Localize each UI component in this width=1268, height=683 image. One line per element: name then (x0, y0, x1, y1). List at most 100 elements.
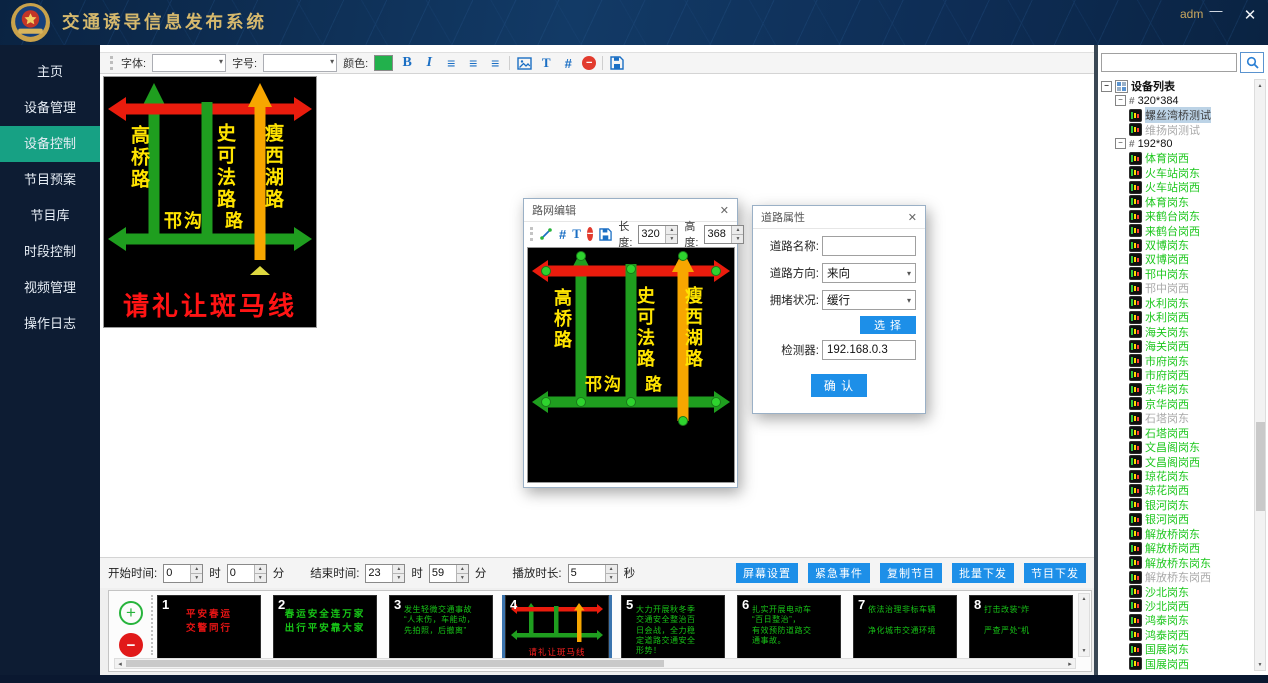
decrement-icon[interactable] (191, 573, 202, 582)
device-item[interactable]: 沙北岗东 (1098, 584, 1254, 598)
sidebar-item[interactable]: 节目预案 (0, 162, 100, 198)
start-minute-input[interactable] (228, 565, 254, 582)
device-item[interactable]: 螺丝湾桥测试 (1098, 108, 1254, 122)
device-item[interactable]: 火车站岗西 (1098, 180, 1254, 194)
thumbnail-horizontal-scrollbar[interactable] (114, 658, 1076, 669)
sidebar-item[interactable]: 操作日志 (0, 306, 100, 342)
device-item[interactable]: 邗中岗东 (1098, 267, 1254, 281)
device-group-row[interactable]: 192*80 (1098, 137, 1254, 151)
device-item[interactable]: 鸿泰岗东 (1098, 613, 1254, 627)
close-icon[interactable] (1240, 6, 1260, 24)
schedule-action-button[interactable]: 复制节目 (880, 563, 942, 583)
device-item[interactable]: 市府岗东 (1098, 353, 1254, 367)
height-input[interactable] (705, 226, 731, 243)
device-item[interactable]: 国展岗东 (1098, 642, 1254, 656)
add-program-button[interactable] (119, 601, 143, 625)
program-thumbnail[interactable]: 8 打击改装“炸 严查严处“机 (969, 595, 1073, 659)
device-item[interactable]: 京华岗西 (1098, 397, 1254, 411)
device-tree-root[interactable]: 设备列表 (1098, 79, 1254, 93)
scrollbar-thumb[interactable] (1256, 422, 1265, 511)
device-item[interactable]: 体育岗东 (1098, 195, 1254, 209)
device-item[interactable]: 解放桥东岗西 (1098, 570, 1254, 584)
bold-icon[interactable] (399, 55, 415, 71)
road-direction-select[interactable]: 来向 (822, 263, 916, 283)
schedule-action-button[interactable]: 节目下发 (1024, 563, 1086, 583)
scroll-left-icon[interactable] (115, 659, 125, 668)
device-item[interactable]: 琼花岗西 (1098, 483, 1254, 497)
end-hour-stepper[interactable] (365, 564, 405, 583)
insert-text-icon[interactable] (572, 226, 581, 242)
led-sign-preview[interactable]: 高桥路 史可法路 瘦西湖路 邗沟 路 请礼让斑马线 (103, 76, 317, 328)
logged-in-user[interactable]: adm (1180, 7, 1203, 21)
device-group-row[interactable]: 320*384 (1098, 93, 1254, 107)
device-tree-scrollbar[interactable] (1254, 79, 1266, 671)
schedule-action-button[interactable]: 紧急事件 (808, 563, 870, 583)
sidebar-item[interactable]: 设备管理 (0, 90, 100, 126)
sidebar-item[interactable]: 时段控制 (0, 234, 100, 270)
draw-line-icon[interactable] (539, 227, 553, 242)
length-input[interactable] (639, 226, 665, 243)
start-minute-stepper[interactable] (227, 564, 267, 583)
save-icon[interactable] (609, 55, 625, 71)
device-item[interactable]: 双博岗西 (1098, 252, 1254, 266)
duration-stepper[interactable] (568, 564, 618, 583)
decrement-icon[interactable] (732, 234, 743, 243)
scroll-up-icon[interactable] (1079, 594, 1089, 604)
device-item[interactable]: 石塔岗东 (1098, 411, 1254, 425)
scroll-right-icon[interactable] (1065, 659, 1075, 668)
road-name-input[interactable] (822, 236, 916, 256)
scroll-down-icon[interactable] (1079, 646, 1089, 656)
device-item[interactable]: 双博岗东 (1098, 238, 1254, 252)
program-thumbnail[interactable]: 6 扎实开展电动车 “百日整治”， 有效预防道路交 通事故。 (737, 595, 841, 659)
device-item[interactable]: 体育岗西 (1098, 151, 1254, 165)
duration-input[interactable] (569, 565, 605, 582)
device-item[interactable]: 鸿泰岗西 (1098, 628, 1254, 642)
device-item[interactable]: 水利岗东 (1098, 296, 1254, 310)
dialog-titlebar[interactable]: 道路属性 (753, 206, 925, 229)
save-icon[interactable] (599, 226, 612, 242)
insert-text-icon[interactable] (538, 55, 554, 71)
sidebar-item[interactable]: 视频管理 (0, 270, 100, 306)
increment-icon[interactable] (393, 565, 404, 573)
end-hour-input[interactable] (366, 565, 392, 582)
device-item[interactable]: 文昌阁岗西 (1098, 454, 1254, 468)
italic-icon[interactable] (421, 55, 437, 71)
minimize-icon[interactable] (1206, 3, 1226, 18)
thumbnail-vertical-scrollbar[interactable] (1078, 593, 1090, 657)
device-search-input[interactable] (1101, 53, 1237, 72)
device-item[interactable]: 解放桥岗东 (1098, 527, 1254, 541)
device-item[interactable]: 银河岗东 (1098, 498, 1254, 512)
increment-icon[interactable] (191, 565, 202, 573)
remove-program-button[interactable] (119, 633, 143, 657)
device-item[interactable]: 石塔岗西 (1098, 426, 1254, 440)
device-item[interactable]: 国展岗西 (1098, 657, 1254, 671)
program-thumbnail[interactable]: 2 春运安全连万家 出行平安靠大家 (273, 595, 377, 659)
select-detector-button[interactable]: 选 择 (860, 316, 916, 334)
align-left-icon[interactable] (443, 55, 459, 71)
road-network-edit-canvas[interactable]: 高桥路 史可法路 瘦西湖路 邗沟 路 (527, 247, 735, 483)
align-center-icon[interactable] (465, 55, 481, 71)
start-hour-stepper[interactable] (163, 564, 203, 583)
program-thumbnail[interactable]: 5 大力开展秋冬季 交通安全整治百 日会战，全力稳 定道路交通安全 形势！ (621, 595, 725, 659)
increment-icon[interactable] (606, 565, 617, 573)
device-item[interactable]: 解放桥岗西 (1098, 541, 1254, 555)
device-item[interactable]: 京华岗东 (1098, 382, 1254, 396)
color-swatch[interactable] (374, 55, 393, 71)
align-right-icon[interactable] (487, 55, 503, 71)
font-select[interactable] (152, 54, 226, 72)
increment-icon[interactable] (457, 565, 468, 573)
device-item[interactable]: 市府岗西 (1098, 368, 1254, 382)
increment-icon[interactable] (255, 565, 266, 573)
device-item[interactable]: 水利岗西 (1098, 310, 1254, 324)
device-item[interactable]: 沙北岗西 (1098, 599, 1254, 613)
insert-image-icon[interactable] (516, 55, 532, 71)
search-button[interactable] (1240, 52, 1264, 73)
schedule-action-button[interactable]: 屏幕设置 (736, 563, 798, 583)
device-item[interactable]: 海关岗西 (1098, 339, 1254, 353)
sidebar-item[interactable]: 设备控制 (0, 126, 100, 162)
delete-icon[interactable] (582, 56, 596, 70)
sidebar-item[interactable]: 节目库 (0, 198, 100, 234)
decrement-icon[interactable] (606, 573, 617, 582)
delete-icon[interactable] (587, 227, 593, 241)
device-item[interactable]: 来鹤台岗东 (1098, 209, 1254, 223)
